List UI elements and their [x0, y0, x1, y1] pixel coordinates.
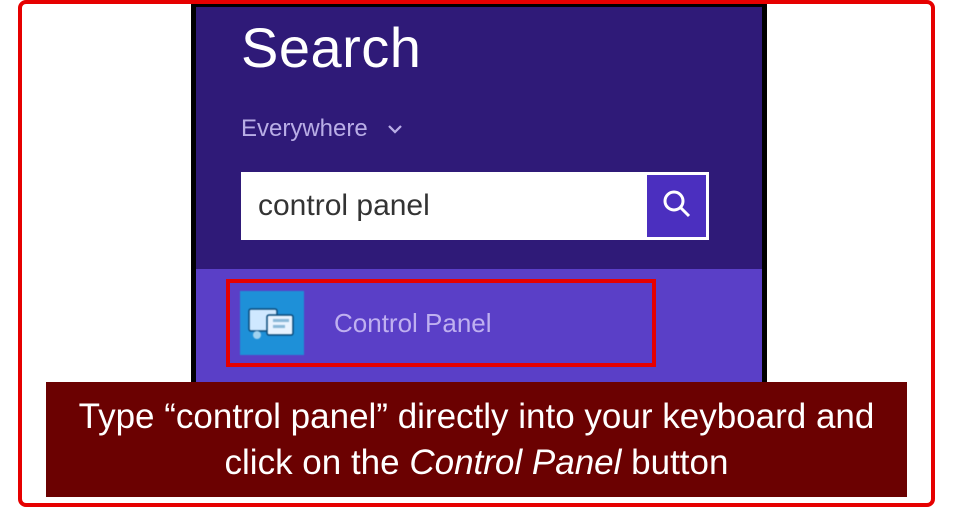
search-icon — [661, 188, 693, 225]
caption-after: button — [621, 443, 728, 482]
search-title: Search — [241, 15, 421, 80]
search-results-area: Control Panel — [196, 269, 762, 383]
search-input[interactable] — [244, 175, 644, 237]
result-label: Control Panel — [334, 308, 492, 339]
search-row — [241, 172, 709, 240]
caption-emphasis: Control Panel — [409, 443, 621, 482]
control-panel-icon — [240, 291, 304, 355]
chevron-down-icon — [386, 120, 404, 138]
instruction-card: Search Everywhere — [18, 0, 935, 507]
caption-text: Type “control panel” directly into your … — [76, 394, 877, 485]
screenshot-frame: Search Everywhere — [191, 2, 767, 388]
result-control-panel[interactable]: Control Panel — [226, 279, 656, 367]
search-scope-dropdown[interactable]: Everywhere — [241, 115, 404, 143]
scope-label: Everywhere — [241, 115, 368, 143]
search-button[interactable] — [644, 175, 706, 237]
instruction-caption: Type “control panel” directly into your … — [46, 382, 907, 497]
windows-search-panel: Search Everywhere — [196, 7, 762, 383]
